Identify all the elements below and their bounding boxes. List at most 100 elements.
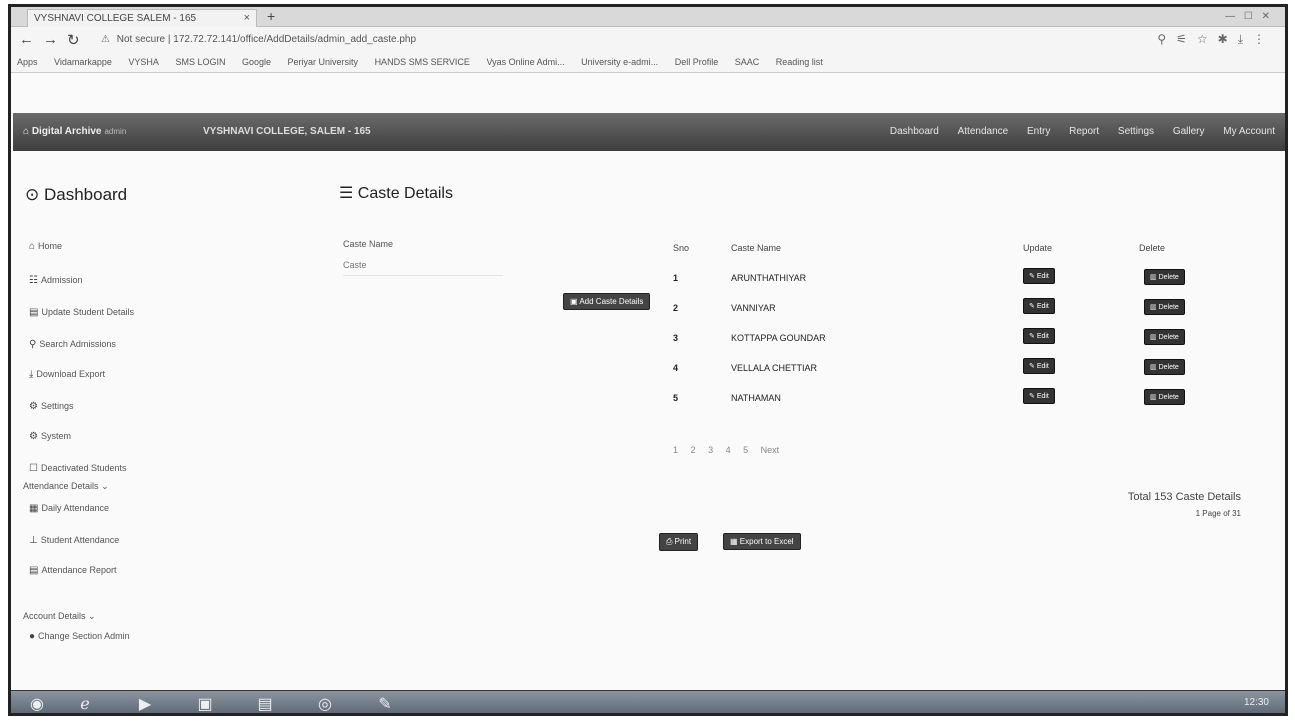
delete-button[interactable]: ▥ Delete bbox=[1144, 359, 1185, 375]
bookmark-item[interactable]: VYSHA bbox=[128, 57, 159, 67]
caste-name-input[interactable] bbox=[343, 257, 503, 273]
trash-icon: ▥ bbox=[1150, 334, 1159, 341]
page-next-link[interactable]: Next bbox=[761, 445, 780, 455]
page-link[interactable]: 5 bbox=[743, 445, 748, 455]
edit-button[interactable]: ✎ Edit bbox=[1023, 328, 1055, 344]
delete-button[interactable]: ▥ Delete bbox=[1144, 389, 1185, 405]
bookmark-item[interactable]: HANDS SMS SERVICE bbox=[375, 57, 470, 67]
print-button[interactable]: ⎙ Print bbox=[659, 533, 699, 551]
sidebar-item-attendance-report[interactable]: ▤ Attendance Report bbox=[29, 565, 117, 576]
taskbar: ◉ ℯ ▶ ▣ ▤ ◎ ✎ 12:30 bbox=[11, 690, 1285, 713]
window-controls[interactable]: — ☐ ✕ bbox=[1225, 11, 1273, 22]
sidebar-item-system[interactable]: ⚙ System bbox=[29, 431, 71, 442]
delete-button[interactable]: ▥ Delete bbox=[1144, 329, 1185, 345]
report-icon: ▤ bbox=[29, 565, 39, 576]
row-sno: 1 bbox=[673, 273, 679, 283]
nav-settings[interactable]: Settings bbox=[1118, 126, 1154, 137]
nav-entry[interactable]: Entry bbox=[1027, 126, 1050, 137]
chrome-icon[interactable]: ◎ bbox=[311, 694, 339, 713]
nav-attendance[interactable]: Attendance bbox=[958, 126, 1009, 137]
reload-icon[interactable]: ↻ bbox=[67, 31, 80, 49]
deactivated-icon: ☐ bbox=[29, 463, 38, 474]
delete-button[interactable]: ▥ Delete bbox=[1144, 299, 1185, 315]
bookmark-item[interactable]: Reading list bbox=[776, 57, 823, 67]
bookmark-item[interactable]: Dell Profile bbox=[675, 57, 719, 67]
page-link[interactable]: 4 bbox=[726, 445, 731, 455]
update-student-icon: ▤ bbox=[29, 307, 39, 318]
app-navbar: ⌂ Digital Archive admin VYSHNAVI COLLEGE,… bbox=[13, 113, 1285, 151]
table-row: 5 NATHAMAN ✎ Edit ▥ Delete bbox=[661, 385, 1221, 415]
page-link[interactable]: 2 bbox=[691, 445, 696, 455]
start-button-icon[interactable]: ◉ bbox=[23, 694, 51, 713]
browser-tab[interactable]: VYSHNAVI COLLEGE SALEM - 165 × bbox=[27, 9, 257, 27]
bookmark-item[interactable]: Apps bbox=[17, 57, 38, 67]
internet-explorer-icon[interactable]: ℯ bbox=[71, 694, 99, 713]
row-sno: 2 bbox=[673, 303, 679, 313]
file-manager-icon[interactable]: ▤ bbox=[251, 694, 279, 713]
edit-button[interactable]: ✎ Edit bbox=[1023, 358, 1055, 374]
paint-icon[interactable]: ✎ bbox=[371, 694, 399, 713]
row-caste-name: NATHAMAN bbox=[731, 393, 781, 403]
pagination: 1 2 3 4 5 Next bbox=[673, 445, 789, 455]
bookmark-item[interactable]: University e-admi... bbox=[581, 57, 658, 67]
sidebar-item-update-student[interactable]: ▤ Update Student Details bbox=[29, 307, 134, 318]
bookmark-item[interactable]: Vyas Online Admi... bbox=[486, 57, 564, 67]
bookmark-item[interactable]: SMS LOGIN bbox=[175, 57, 225, 67]
nav-gallery[interactable]: Gallery bbox=[1173, 126, 1205, 137]
export-excel-button[interactable]: ▦ Export to Excel bbox=[723, 533, 801, 550]
page-link[interactable]: 3 bbox=[708, 445, 713, 455]
url-field[interactable]: ⚠ Not secure | 172.72.72.141/office/AddD… bbox=[97, 31, 1077, 49]
trash-icon: ▥ bbox=[1150, 304, 1159, 311]
nav-report[interactable]: Report bbox=[1069, 126, 1099, 137]
trash-icon: ▥ bbox=[1150, 274, 1159, 281]
nav-dashboard[interactable]: Dashboard bbox=[890, 126, 939, 137]
nav-my-account[interactable]: My Account bbox=[1223, 126, 1275, 137]
bookmark-item[interactable]: Google bbox=[242, 57, 271, 67]
bookmark-item[interactable]: Vidamarkappe bbox=[54, 57, 112, 67]
brand[interactable]: ⌂ Digital Archive admin bbox=[23, 126, 126, 137]
forward-arrow-icon[interactable]: → bbox=[43, 31, 58, 48]
sidebar-item-settings[interactable]: ⚙ Settings bbox=[29, 401, 74, 412]
new-tab-button[interactable]: + bbox=[267, 8, 275, 24]
college-name: VYSHNAVI COLLEGE, SALEM - 165 bbox=[203, 126, 371, 137]
sidebar-item-download[interactable]: ⤓ Download Export bbox=[29, 369, 105, 380]
table-header-delete: Delete bbox=[1139, 243, 1166, 253]
table-row: 3 KOTTAPPA GOUNDAR ✎ Edit ▥ Delete bbox=[661, 325, 1221, 355]
sidebar-item-daily-attendance[interactable]: ▦ Daily Attendance bbox=[29, 503, 109, 514]
close-icon[interactable]: × bbox=[244, 12, 250, 24]
trash-icon: ▥ bbox=[1150, 364, 1159, 371]
home-icon: ⌂ bbox=[23, 126, 32, 137]
add-caste-button[interactable]: ▣ Add Caste Details bbox=[563, 293, 651, 310]
row-caste-name: KOTTAPPA GOUNDAR bbox=[731, 333, 826, 343]
sidebar-item-admission[interactable]: ☷ Admission bbox=[29, 275, 82, 286]
bookmark-item[interactable]: Periyar University bbox=[288, 57, 359, 67]
list-icon: ☰ bbox=[339, 185, 358, 202]
sidebar: ⊙ Dashboard ⌂ Home ☷ Admission ▤ Update Stu… bbox=[11, 157, 301, 677]
sidebar-item-change-admin[interactable]: ● Change Section Admin bbox=[29, 631, 130, 642]
edit-button[interactable]: ✎ Edit bbox=[1023, 268, 1055, 284]
sidebar-item-home[interactable]: ⌂ Home bbox=[29, 241, 62, 252]
trash-icon: ▥ bbox=[1150, 394, 1159, 401]
edit-button[interactable]: ✎ Edit bbox=[1023, 388, 1055, 404]
media-player-icon[interactable]: ▶ bbox=[131, 694, 159, 713]
sidebar-item-deactivated[interactable]: ☐ Deactivated Students bbox=[29, 463, 127, 474]
bookmark-item[interactable]: SAAC bbox=[735, 57, 760, 67]
bookmarks-bar: Apps Vidamarkappe VYSHA SMS LOGIN Google… bbox=[11, 53, 1285, 73]
sidebar-item-student-attendance[interactable]: ⊥ Student Attendance bbox=[29, 535, 119, 546]
edit-button[interactable]: ✎ Edit bbox=[1023, 298, 1055, 314]
edit-icon: ✎ bbox=[1029, 333, 1037, 340]
back-arrow-icon[interactable]: ← bbox=[19, 31, 34, 48]
attendance-section-toggle[interactable]: Attendance Details ⌄ bbox=[23, 481, 109, 492]
row-caste-name: ARUNTHATHIYAR bbox=[731, 273, 807, 283]
table-header-update: Update bbox=[1023, 243, 1053, 253]
total-count: Total 153 Caste Details bbox=[1127, 491, 1241, 503]
account-section-toggle[interactable]: Account Details ⌄ bbox=[23, 611, 96, 622]
page-link[interactable]: 1 bbox=[673, 445, 678, 455]
sidebar-item-search[interactable]: ⚲ Search Admissions bbox=[29, 339, 116, 350]
dashboard-icon: ⊙ bbox=[25, 185, 44, 204]
row-sno: 4 bbox=[673, 363, 679, 373]
folder-icon[interactable]: ▣ bbox=[191, 694, 219, 713]
delete-button[interactable]: ▥ Delete bbox=[1144, 269, 1185, 285]
browser-toolbar-icons[interactable]: ⚲⚟☆✱⤓⋮ bbox=[1157, 32, 1275, 47]
tab-title: VYSHNAVI COLLEGE SALEM - 165 bbox=[34, 13, 197, 24]
